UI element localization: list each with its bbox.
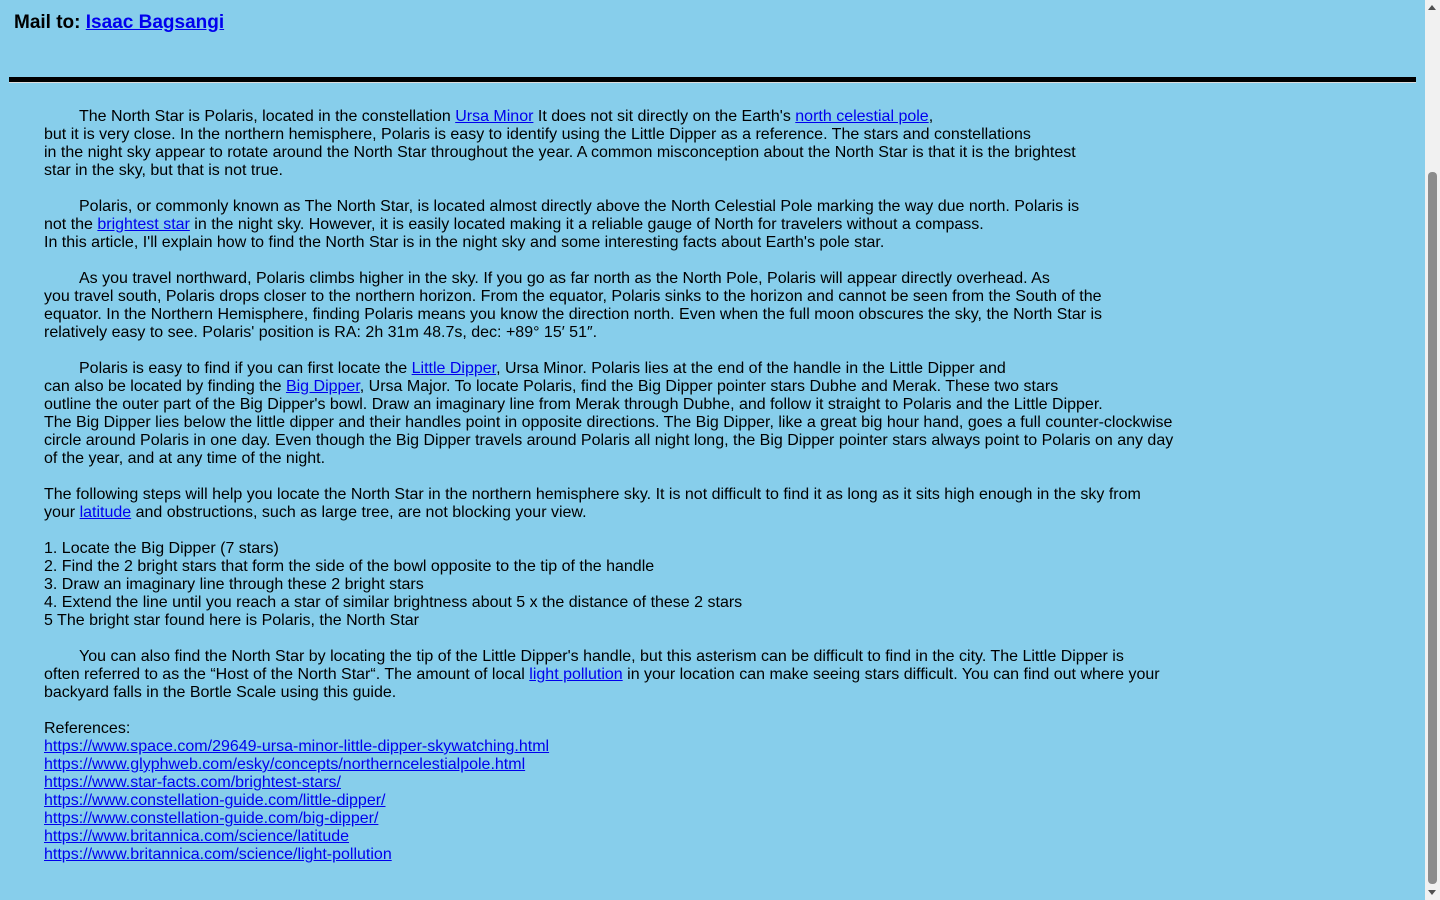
paragraph-5: The following steps will help you locate… — [44, 486, 1141, 521]
step-item: 2. Find the 2 bright stars that form the… — [44, 558, 655, 575]
vertical-scrollbar[interactable] — [1425, 0, 1440, 900]
paragraph-4: Polaris is easy to find if you can first… — [44, 360, 1174, 467]
steps-list: 1. Locate the Big Dipper (7 stars) 2. Fi… — [44, 540, 1224, 630]
paragraph-6: You can also find the North Star by loca… — [44, 648, 1160, 701]
paragraph-1: The North Star is Polaris, located in th… — [44, 108, 1076, 179]
reference-link[interactable]: https://www.glyphweb.com/esky/concepts/n… — [44, 756, 1224, 774]
article-body: The North Star is Polaris, located in th… — [44, 108, 1224, 864]
step-item: 4. Extend the line until you reach a sta… — [44, 594, 743, 611]
reference-link[interactable]: https://www.space.com/29649-ursa-minor-l… — [44, 738, 1224, 756]
references: References: https://www.space.com/29649-… — [44, 720, 1224, 864]
reference-link[interactable]: https://www.star-facts.com/brightest-sta… — [44, 774, 1224, 792]
paragraph-2: Polaris, or commonly known as The North … — [44, 198, 1080, 251]
reference-link[interactable]: https://www.britannica.com/science/light… — [44, 846, 1224, 864]
references-label: References: — [44, 720, 131, 737]
reference-link[interactable]: https://www.britannica.com/science/latit… — [44, 828, 1224, 846]
little-dipper-link[interactable]: Little Dipper — [412, 360, 497, 377]
horizontal-rule — [9, 77, 1416, 83]
big-dipper-link[interactable]: Big Dipper — [286, 378, 360, 395]
page: Mail to: Isaac Bagsangi The North Star i… — [0, 0, 1425, 900]
scrollbar-thumb[interactable] — [1428, 172, 1437, 884]
brightest-star-link[interactable]: brightest star — [97, 216, 189, 233]
step-item: 5 The bright star found here is Polaris,… — [44, 612, 420, 629]
latitude-link[interactable]: latitude — [80, 504, 132, 521]
light-pollution-link[interactable]: light pollution — [529, 666, 622, 683]
mail-to-heading: Mail to: Isaac Bagsangi — [14, 12, 224, 34]
step-item: 3. Draw an imaginary line through these … — [44, 576, 424, 593]
scroll-down-arrow-icon[interactable] — [1428, 890, 1436, 895]
reference-link[interactable]: https://www.constellation-guide.com/big-… — [44, 810, 1224, 828]
reference-link[interactable]: https://www.constellation-guide.com/litt… — [44, 792, 1224, 810]
step-item: 1. Locate the Big Dipper (7 stars) — [44, 540, 279, 557]
paragraph-3: As you travel northward, Polaris climbs … — [44, 270, 1103, 341]
scroll-up-arrow-icon[interactable] — [1428, 5, 1436, 10]
mail-to-link[interactable]: Isaac Bagsangi — [86, 12, 224, 33]
ursa-minor-link[interactable]: Ursa Minor — [455, 108, 533, 125]
north-celestial-pole-link[interactable]: north celestial pole — [795, 108, 928, 125]
mail-to-label: Mail to: — [14, 12, 81, 33]
